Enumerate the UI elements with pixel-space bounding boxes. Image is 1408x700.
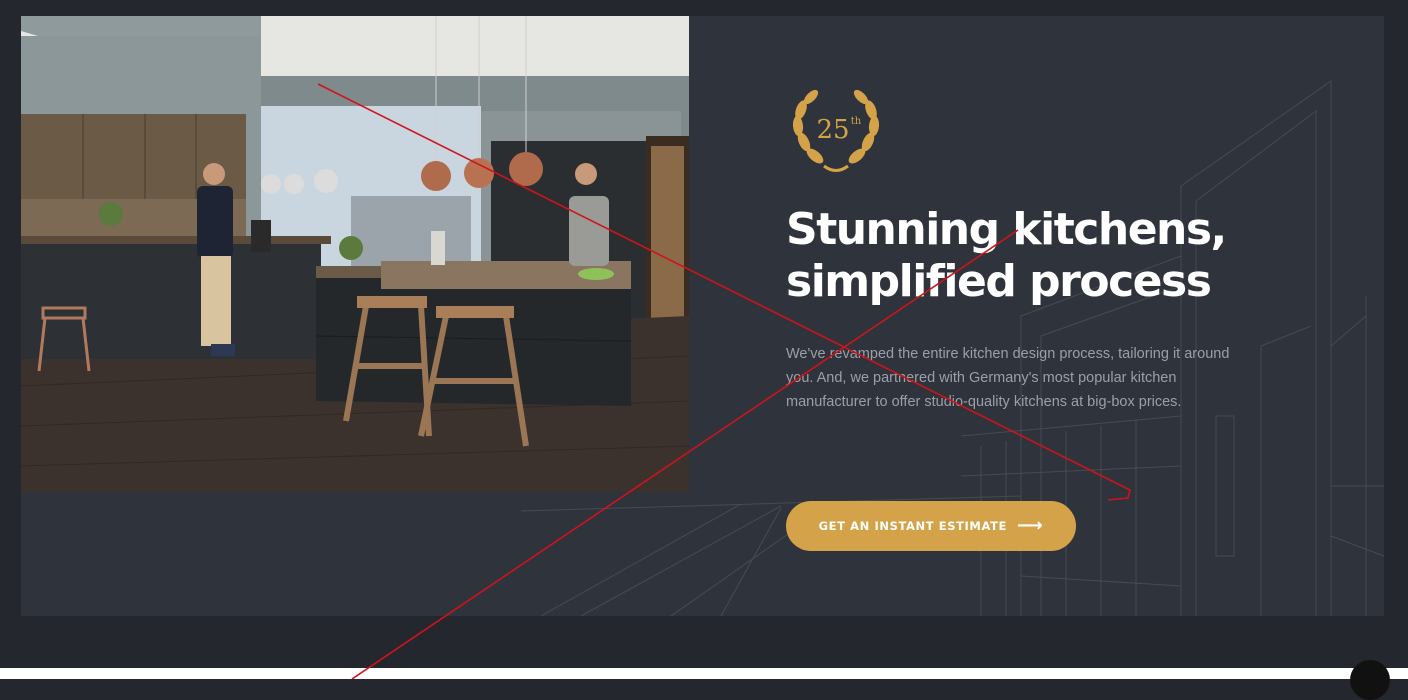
anniversary-laurel-badge: 25 th xyxy=(792,89,880,172)
page-bottom-edge xyxy=(0,668,1408,679)
badge-suffix: th xyxy=(851,116,862,127)
headline-line-2: simplified process xyxy=(786,256,1212,307)
kitchen-photo xyxy=(21,16,689,492)
hero-description: We've revamped the entire kitchen design… xyxy=(786,346,1230,410)
get-instant-estimate-button[interactable]: GET AN INSTANT ESTIMATE ⟶ xyxy=(786,501,1076,551)
floating-circle-button[interactable] xyxy=(1350,660,1390,700)
headline-line-1: Stunning kitchens, xyxy=(786,204,1227,255)
arrow-right-icon: ⟶ xyxy=(1017,515,1044,536)
badge-number: 25 xyxy=(816,115,849,145)
hero-headline: Stunning kitchens, simplified process xyxy=(786,204,1256,308)
hero-section: 25 th Stunning kitchens, simplified proc… xyxy=(21,16,1384,616)
hero-content: 25 th Stunning kitchens, simplified proc… xyxy=(786,80,1256,414)
cta-label: GET AN INSTANT ESTIMATE xyxy=(818,519,1007,533)
